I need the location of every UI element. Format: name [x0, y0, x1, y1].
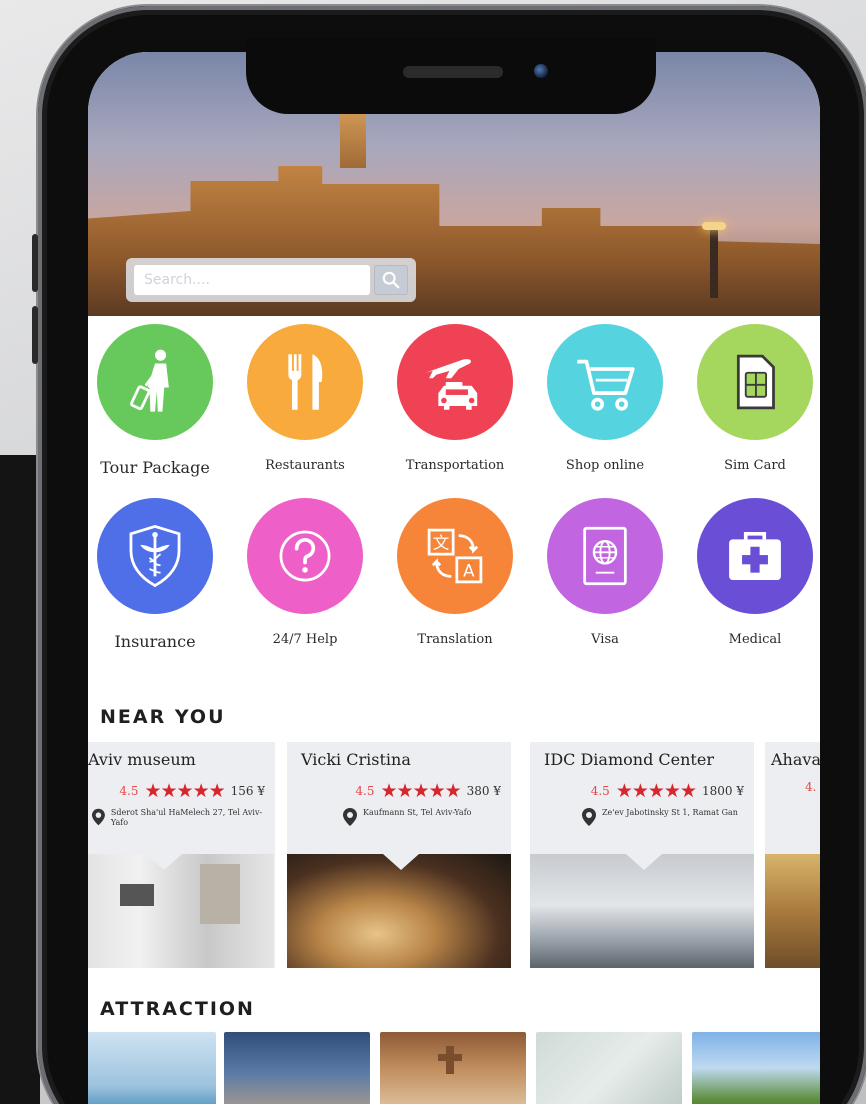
front-camera [534, 64, 548, 78]
card-pointer [146, 854, 182, 870]
rating-score: 4.5 [590, 784, 610, 798]
location-pin-icon [582, 808, 596, 826]
search-bar [126, 258, 416, 302]
restaurant-photo [287, 854, 511, 968]
card-pointer [383, 854, 419, 870]
category-label: Shop online [565, 458, 645, 473]
address-text: Ze'ev Jabotinsky St 1, Ramat Gan [602, 808, 738, 817]
cross-icon-bar [438, 1054, 462, 1061]
rating-stars: ★★★★★ [380, 780, 461, 802]
location-pin-icon [92, 808, 105, 826]
place-card-idc-diamond-center[interactable]: IDC Diamond Center 4.5 ★★★★★ 1800 ¥ Ze'e… [530, 742, 754, 968]
place-card-aviv-museum[interactable]: Aviv museum 4.5 ★★★★★ 156 ¥ Sderot Sha'u… [88, 742, 275, 968]
place-rating: 4. [805, 780, 816, 794]
card-pointer [626, 854, 662, 870]
first-aid-kit-icon [697, 498, 813, 614]
category-restaurants[interactable]: Restaurants [230, 324, 380, 473]
svg-text:文: 文 [433, 534, 450, 553]
category-label: Restaurants [265, 458, 345, 473]
caduceus-shield-icon [97, 498, 213, 614]
place-rating: 4.5 ★★★★★ 380 ¥ [355, 780, 501, 802]
showroom-photo [530, 854, 754, 968]
rating-score: 4.5 [355, 784, 375, 798]
artwork-decoration [200, 864, 240, 924]
category-insurance[interactable]: Insurance [88, 498, 230, 651]
question-mark-icon [247, 498, 363, 614]
category-tour-package[interactable]: Tour Package [88, 324, 230, 477]
category-label: Insurance [114, 632, 196, 651]
search-button[interactable] [374, 265, 408, 295]
place-name: Aviv museum [88, 750, 196, 769]
place-price: 156 ¥ [230, 784, 265, 798]
category-label: Transportation [405, 458, 505, 473]
passport-icon [547, 498, 663, 614]
app-screen: Tour Package Restaurants [88, 52, 820, 1104]
attraction-thumb[interactable] [88, 1032, 216, 1104]
near-you-heading: NEAR YOU [100, 706, 226, 728]
place-price: 380 ¥ [466, 784, 501, 798]
place-name: IDC Diamond Center [544, 750, 714, 769]
category-label: Medical [728, 632, 782, 647]
place-rating: 4.5 ★★★★★ 156 ¥ [119, 780, 265, 802]
phone-notch [246, 38, 656, 114]
store-photo [765, 854, 820, 968]
artwork-decoration [120, 884, 154, 906]
speaker-grille [403, 66, 503, 78]
sim-card-icon [697, 324, 813, 440]
place-card-ahava[interactable]: Ahava 4. [765, 742, 820, 968]
place-address: Kaufmann St, Tel Aviv-Yafo [343, 808, 501, 826]
volume-up-button [32, 234, 38, 292]
svg-text:A: A [463, 561, 475, 580]
place-name: Vicki Cristina [301, 750, 411, 769]
category-visa[interactable]: Visa [530, 498, 680, 647]
place-price: 1800 ¥ [702, 784, 744, 798]
shopping-cart-icon [547, 324, 663, 440]
category-shop-online[interactable]: Shop online [530, 324, 680, 473]
address-text: Kaufmann St, Tel Aviv-Yafo [363, 808, 472, 817]
category-sim-card[interactable]: Sim Card [680, 324, 820, 473]
translate-icon: 文 A [397, 498, 513, 614]
category-label: Tour Package [100, 458, 210, 477]
attraction-thumb[interactable] [224, 1032, 370, 1104]
plane-taxi-icon [397, 324, 513, 440]
attraction-heading: ATTRACTION [100, 998, 255, 1020]
walking-luggage-icon [97, 324, 213, 440]
category-help[interactable]: 24/7 Help [230, 498, 380, 647]
rating-stars: ★★★★★ [144, 780, 225, 802]
street-lamp-decoration [702, 222, 726, 298]
category-translation[interactable]: 文 A Translation [380, 498, 530, 647]
location-pin-icon [343, 808, 357, 826]
rating-score: 4.5 [119, 784, 139, 798]
background-dark-panel [0, 455, 40, 1104]
category-label: Translation [417, 632, 493, 647]
search-icon [382, 271, 400, 289]
rating-score: 4. [805, 780, 817, 794]
rating-stars: ★★★★★ [615, 780, 697, 802]
category-medical[interactable]: Medical [680, 498, 820, 647]
category-label: Visa [591, 632, 619, 647]
place-address: Sderot Sha'ul HaMelech 27, Tel Aviv-Yafo [92, 808, 265, 829]
attraction-thumb[interactable] [692, 1032, 820, 1104]
category-label: Sim Card [724, 458, 786, 473]
fork-knife-icon [247, 324, 363, 440]
volume-down-button [32, 306, 38, 364]
category-label: 24/7 Help [272, 632, 338, 647]
tower-decoration [340, 108, 366, 168]
address-text: Sderot Sha'ul HaMelech 27, Tel Aviv-Yafo [110, 808, 263, 828]
attraction-thumb[interactable] [380, 1032, 526, 1104]
category-transportation[interactable]: Transportation [380, 324, 530, 473]
place-rating: 4.5 ★★★★★ 1800 ¥ [591, 780, 744, 802]
place-name: Ahava [771, 750, 820, 769]
place-card-vicki-cristina[interactable]: Vicki Cristina 4.5 ★★★★★ 380 ¥ Kaufmann … [287, 742, 511, 968]
gallery-photo [88, 854, 274, 968]
search-input[interactable] [134, 265, 370, 295]
place-address: Ze'ev Jabotinsky St 1, Ramat Gan [582, 808, 744, 826]
attraction-thumb[interactable] [536, 1032, 682, 1104]
